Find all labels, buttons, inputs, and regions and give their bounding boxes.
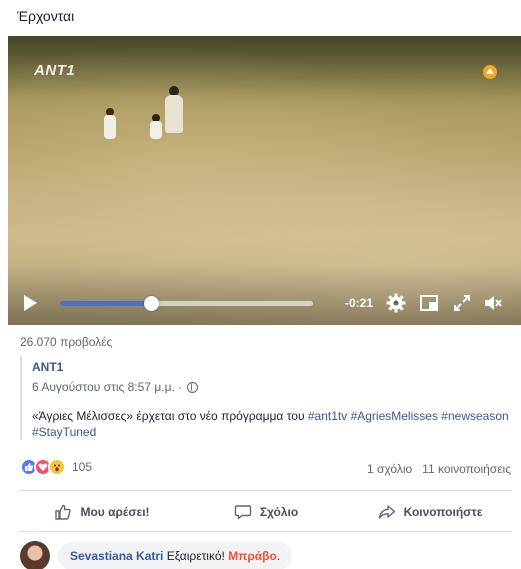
globe-icon — [187, 381, 199, 393]
channel-badge-icon — [483, 65, 497, 79]
hashtag-link[interactable]: #AgriesMelisses — [351, 409, 438, 423]
divider — [20, 531, 512, 532]
like-button[interactable]: Μου αρέσει! — [20, 498, 184, 526]
thumbs-up-icon — [55, 504, 72, 520]
like-label: Μου αρέσει! — [80, 505, 150, 519]
view-count: 26.070 προβολές — [20, 335, 113, 349]
comment-text: Εξαιρετικό! — [166, 549, 225, 563]
hashtag-link[interactable]: #ant1tv — [308, 409, 347, 423]
share-count[interactable]: 11 κοινοποιήσεις — [422, 462, 511, 476]
video-figure-woman — [163, 86, 185, 134]
progress-bar[interactable] — [60, 296, 313, 311]
description-text: «Άγριες Μέλισσες» έρχεται στο νέο πρόγρα… — [32, 409, 305, 423]
time-remaining: -0:21 — [345, 296, 374, 310]
progress-fill — [60, 301, 152, 306]
settings-gear-icon[interactable] — [386, 293, 406, 313]
comment-label: Σχόλιο — [259, 505, 299, 519]
divider — [20, 490, 512, 491]
comment-bubble: Sevastiana Katri Εξαιρετικό! Μπράβο. — [58, 542, 293, 569]
mute-icon[interactable] — [483, 293, 503, 313]
shared-post: ANT1 6 Αυγούστου στις 8:57 μ.μ. · «Άγριε… — [20, 356, 512, 440]
share-label: Κοινοποιήστε — [403, 505, 483, 519]
post-text: Έρχονται — [17, 8, 75, 24]
comment-punct: . — [276, 549, 281, 563]
share-button[interactable]: Κοινοποιήστε — [348, 498, 512, 526]
wow-reaction-icon — [48, 458, 66, 476]
shared-post-meta: 6 Αυγούστου στις 8:57 μ.μ. · — [32, 380, 512, 394]
video-player[interactable]: ANT1 -0:21 — [8, 36, 521, 325]
engagement-stats: 1 σχόλιο 11 κοινοποιήσεις — [367, 462, 511, 476]
video-controls: -0:21 — [8, 281, 521, 325]
shared-page-name[interactable]: ANT1 — [32, 360, 512, 374]
comment-button[interactable]: Σχόλιο — [184, 498, 348, 526]
fullscreen-icon[interactable] — [452, 293, 472, 313]
comment-highlight: Μπράβο — [228, 549, 277, 563]
play-button[interactable] — [24, 295, 37, 311]
comment-author[interactable]: Sevastiana Katri — [70, 549, 163, 563]
shared-post-description: «Άγριες Μέλισσες» έρχεται στο νέο πρόγρα… — [32, 408, 512, 440]
comment-count[interactable]: 1 σχόλιο — [367, 462, 412, 476]
progress-thumb[interactable] — [144, 296, 160, 311]
video-figure-child — [149, 114, 163, 140]
comment-bubble-icon — [234, 505, 252, 520]
share-arrow-icon — [378, 505, 395, 519]
shared-post-date[interactable]: 6 Αυγούστου στις 8:57 μ.μ. · — [32, 380, 182, 394]
post-actions: Μου αρέσει! Σχόλιο Κοινοποιήστε — [20, 498, 512, 526]
hashtag-link[interactable]: #StayTuned — [32, 425, 96, 439]
avatar[interactable] — [20, 541, 50, 569]
reaction-count: 105 — [72, 460, 93, 474]
hashtag-link[interactable]: #newseason — [441, 409, 508, 423]
channel-logo: ANT1 — [34, 62, 76, 79]
picture-in-picture-icon[interactable] — [419, 293, 439, 313]
video-figure-child — [103, 108, 117, 140]
comment-item: Sevastiana Katri Εξαιρετικό! Μπράβο. — [20, 541, 293, 569]
reaction-summary[interactable]: 105 — [20, 458, 92, 476]
